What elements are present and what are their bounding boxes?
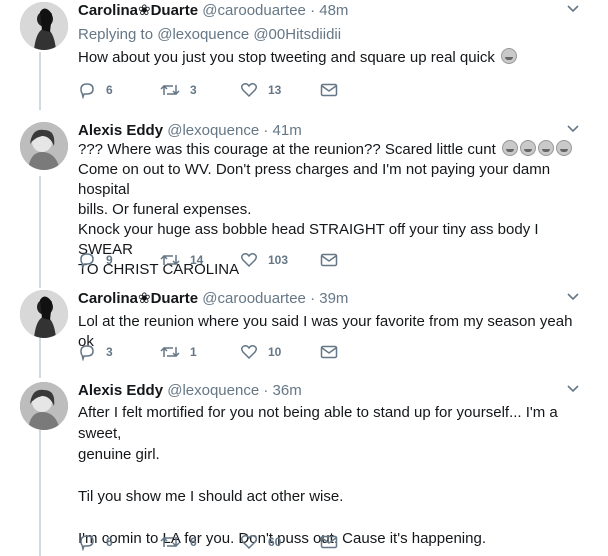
joy-emoji-icon	[555, 140, 572, 156]
tweet[interactable]: Carolina❀Duarte @carooduartee · 48m Repl…	[0, 0, 608, 110]
reply-icon	[80, 535, 94, 551]
heart-icon	[240, 83, 258, 98]
user-handle[interactable]: @lexoquence	[167, 122, 259, 139]
envelope-icon	[320, 83, 338, 97]
tweet-line: ??? Where was this courage at the reunio…	[78, 141, 496, 158]
retweet-icon	[160, 536, 180, 548]
like-button[interactable]: 60	[240, 532, 281, 552]
separator-dot: ·	[310, 2, 316, 19]
retweet-button[interactable]: 6	[160, 532, 197, 552]
user-handle[interactable]: @lexoquence	[167, 382, 259, 399]
message-button[interactable]	[320, 532, 348, 552]
timestamp[interactable]: 36m	[273, 382, 302, 399]
joy-emoji-icon	[519, 140, 536, 156]
avatar[interactable]	[20, 290, 68, 338]
tweet[interactable]: Carolina❀Duarte @carooduartee · 39m Lol …	[0, 288, 608, 370]
like-count: 10	[268, 345, 282, 359]
heart-icon	[240, 345, 258, 360]
retweet-button[interactable]: 1	[160, 342, 197, 362]
like-count: 13	[268, 83, 282, 97]
retweet-count: 1	[190, 345, 197, 359]
chevron-down-icon[interactable]	[566, 382, 580, 396]
reply-icon	[80, 345, 94, 361]
message-button[interactable]	[320, 342, 348, 362]
tweet[interactable]: Alexis Eddy @lexoquence · 41m ??? Where …	[0, 120, 608, 290]
reply-count: 3	[106, 345, 113, 359]
separator-dot: ·	[310, 290, 316, 307]
tweet-line: How about you just you stop tweeting and…	[78, 49, 495, 66]
display-name[interactable]: Alexis Eddy	[78, 122, 163, 139]
like-count: 60	[268, 535, 282, 549]
reply-count: 6	[106, 535, 113, 549]
separator-dot: ·	[263, 122, 269, 139]
reply-count: 6	[106, 83, 113, 97]
replying-to[interactable]: Replying to @lexoquence @00Hitsdiidii	[78, 26, 341, 43]
retweet-button[interactable]: 3	[160, 80, 197, 100]
like-count: 103	[268, 253, 289, 267]
tweet-header: Carolina❀Duarte @carooduartee · 48m	[78, 2, 348, 20]
message-button[interactable]	[320, 80, 348, 100]
envelope-icon	[320, 345, 338, 359]
chevron-down-icon[interactable]	[566, 122, 580, 136]
avatar[interactable]	[20, 382, 68, 430]
heart-icon	[240, 535, 258, 550]
retweet-count: 14	[190, 253, 204, 267]
heart-icon	[240, 253, 258, 268]
separator-dot: ·	[263, 382, 269, 399]
retweet-icon	[160, 84, 180, 96]
tweet-text: How about you just you stop tweeting and…	[78, 48, 588, 68]
like-button[interactable]: 103	[240, 250, 288, 270]
tweet-line: After I felt mortified for you not being…	[78, 404, 558, 442]
chevron-down-icon[interactable]	[566, 290, 580, 304]
tweet-line: Come on out to WV. Don't press charges a…	[78, 161, 551, 198]
tweet-line: bills. Or funeral expenses.	[78, 201, 252, 218]
like-button[interactable]: 13	[240, 80, 281, 100]
avatar[interactable]	[20, 122, 68, 170]
display-name[interactable]: Alexis Eddy	[78, 382, 163, 399]
display-name[interactable]: Carolina❀Duarte	[78, 290, 198, 307]
chevron-down-icon[interactable]	[566, 2, 580, 16]
reply-button[interactable]: 6	[78, 80, 113, 100]
reply-button[interactable]: 9	[78, 250, 113, 270]
avatar[interactable]	[20, 2, 68, 50]
tweet-line: genuine girl.	[78, 446, 160, 463]
retweet-icon	[160, 254, 180, 266]
reply-button[interactable]: 3	[78, 342, 113, 362]
like-button[interactable]: 10	[240, 342, 281, 362]
reply-icon	[80, 83, 94, 99]
tweet-line-blank	[78, 507, 588, 528]
tweet-header: Alexis Eddy @lexoquence · 36m	[78, 382, 302, 400]
message-button[interactable]	[320, 250, 348, 270]
tweet-line: Til you show me I should act other wise.	[78, 488, 344, 505]
display-name[interactable]: Carolina❀Duarte	[78, 2, 198, 19]
retweet-count: 6	[190, 535, 197, 549]
joy-emoji-icon	[501, 140, 518, 156]
retweet-count: 3	[190, 83, 197, 97]
envelope-icon	[320, 253, 338, 267]
winking-face-emoji-icon	[501, 48, 518, 64]
timestamp[interactable]: 41m	[273, 122, 302, 139]
retweet-icon	[160, 346, 180, 358]
tweet-actions: 9 14 103	[78, 250, 338, 270]
reply-count: 9	[106, 253, 113, 267]
reply-icon	[80, 253, 94, 269]
tweet-actions: 6 6 60	[78, 532, 338, 552]
tweet-actions: 6 3 13	[78, 80, 338, 100]
tweet-actions: 3 1 10	[78, 342, 338, 362]
reply-button[interactable]: 6	[78, 532, 113, 552]
retweet-button[interactable]: 14	[160, 250, 203, 270]
envelope-icon	[320, 535, 338, 549]
user-handle[interactable]: @carooduartee	[202, 290, 306, 307]
timestamp[interactable]: 48m	[319, 2, 348, 19]
tweet-line-blank	[78, 465, 588, 486]
user-handle[interactable]: @carooduartee	[202, 2, 306, 19]
tweet-header: Alexis Eddy @lexoquence · 41m	[78, 122, 302, 140]
timestamp[interactable]: 39m	[319, 290, 348, 307]
tweet-header: Carolina❀Duarte @carooduartee · 39m	[78, 290, 348, 308]
tweet-text: After I felt mortified for you not being…	[78, 402, 588, 549]
tweet[interactable]: Alexis Eddy @lexoquence · 36m After I fe…	[0, 380, 608, 556]
joy-emoji-icon	[537, 140, 554, 156]
